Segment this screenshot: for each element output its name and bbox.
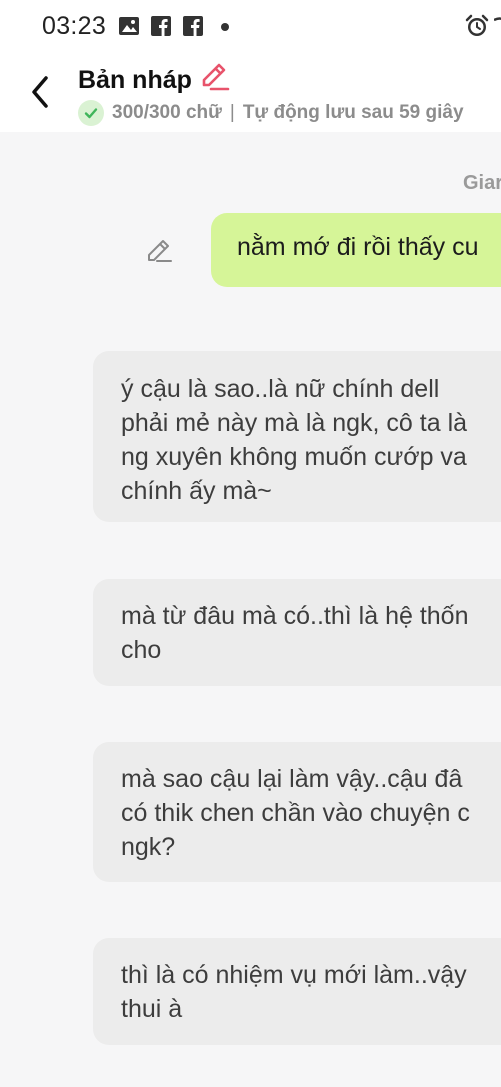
status-bar: 03:23: [0, 0, 501, 54]
notification-dot: [221, 23, 229, 31]
autosave-status: 300/300 chữ | Tự động lưu sau 59 giây: [78, 100, 464, 126]
facebook-icon: [150, 15, 172, 42]
autosave-text: Tự động lưu sau 59 giây: [242, 102, 464, 123]
header: Bản nháp 300/300 chữ | Tự động lưu sau 5…: [0, 54, 501, 132]
wifi-icon: [493, 16, 501, 41]
pencil-icon[interactable]: [198, 62, 230, 97]
back-button[interactable]: [22, 72, 58, 112]
received-message-bubble[interactable]: mà sao cậu lại làm vậy..cậu đâ có thik c…: [93, 742, 501, 882]
status-separator: |: [229, 102, 235, 123]
sent-message-bubble[interactable]: nằm mớ đi rồi thấy cu: [211, 213, 501, 287]
title-row: Bản nháp: [78, 62, 230, 97]
received-message-bubble[interactable]: mà từ đâu mà có..thì là hệ thốn cho: [93, 579, 501, 686]
gallery-icon: [118, 15, 140, 42]
word-count: 300/300 chữ: [112, 102, 222, 123]
facebook-icon: [182, 15, 204, 42]
chat-area: Giar nằm mớ đi rồi thấy cu ý cậu là sao.…: [0, 132, 501, 1087]
sender-name: Giar: [463, 172, 501, 194]
received-message-bubble[interactable]: thì là có nhiệm vụ mới làm..vậy thui à: [93, 938, 501, 1045]
alarm-icon: [464, 13, 490, 44]
back-arrow-icon: [32, 76, 48, 108]
check-icon: [78, 100, 104, 126]
page-title: Bản nháp: [78, 66, 192, 94]
status-time: 03:23: [42, 12, 107, 40]
received-message-bubble[interactable]: ý cậu là sao..là nữ chính dell phải mẻ n…: [93, 351, 501, 522]
edit-message-icon[interactable]: [145, 236, 173, 269]
